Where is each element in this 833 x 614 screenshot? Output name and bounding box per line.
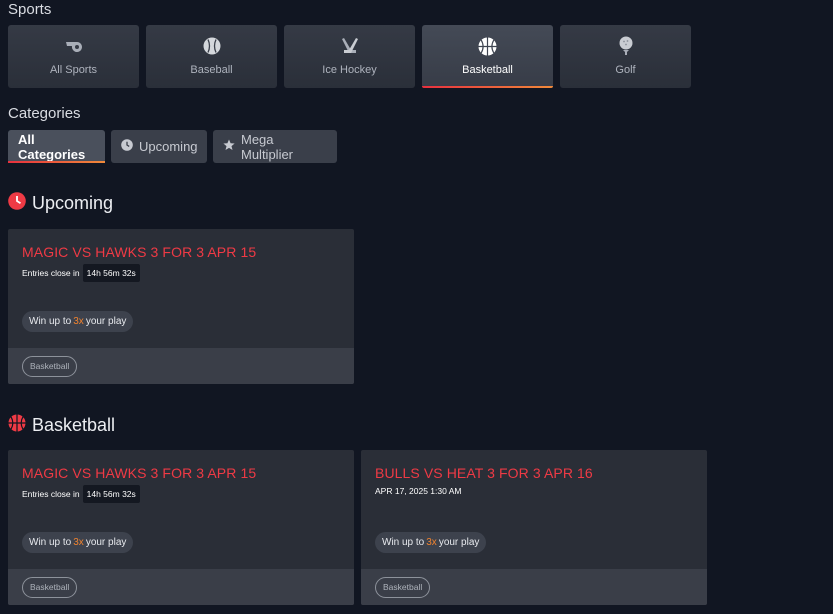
sport-label: All Sports bbox=[49, 64, 98, 76]
golf-ball-icon bbox=[616, 36, 636, 56]
contest-card[interactable]: MAGIC VS HAWKS 3 FOR 3 APR 15 Entries cl… bbox=[8, 229, 354, 384]
clock-icon bbox=[8, 192, 26, 215]
entries-close-row: Entries close in 14h 56m 32s bbox=[22, 485, 140, 503]
multiplier-value: 3x bbox=[73, 537, 84, 548]
whistle-icon bbox=[64, 36, 84, 56]
sports-section-title: Sports bbox=[8, 1, 52, 18]
contest-title: MAGIC VS HAWKS 3 FOR 3 APR 15 bbox=[22, 465, 257, 481]
entries-close-label: Entries close in bbox=[22, 268, 80, 278]
contest-card[interactable]: MAGIC VS HAWKS 3 FOR 3 APR 15 Entries cl… bbox=[8, 450, 354, 605]
win-suffix: your play bbox=[438, 537, 480, 548]
category-chip-mega-multiplier[interactable]: Mega Multiplier bbox=[213, 130, 337, 163]
sport-tag[interactable]: Basketball bbox=[22, 576, 78, 598]
sport-tile-all-sports[interactable]: All Sports bbox=[8, 25, 139, 88]
win-prefix: Win up to bbox=[382, 537, 425, 548]
category-label: All Categories bbox=[18, 131, 86, 162]
contest-title: BULLS VS HEAT 3 FOR 3 APR 16 bbox=[375, 465, 593, 481]
categories-filter-row: All Categories Upcoming Mega Multiplier bbox=[8, 130, 337, 163]
card-footer: Basketball bbox=[8, 348, 354, 384]
section-title: Basketball bbox=[32, 415, 116, 435]
entries-close-label: Entries close in bbox=[22, 489, 80, 499]
entries-close-row: Entries close in 14h 56m 32s bbox=[22, 264, 140, 282]
win-multiplier-pill: Win up to 3x your play bbox=[22, 532, 134, 553]
multiplier-value: 3x bbox=[426, 537, 437, 548]
category-chip-upcoming[interactable]: Upcoming bbox=[111, 130, 207, 163]
hockey-sticks-icon bbox=[340, 36, 360, 56]
win-suffix: your play bbox=[85, 537, 127, 548]
categories-section-title: Categories bbox=[8, 105, 81, 122]
sport-label: Ice Hockey bbox=[322, 64, 377, 76]
sport-label: Basketball bbox=[462, 64, 513, 76]
contest-start-time: APR 17, 2025 1:30 AM bbox=[375, 486, 461, 496]
star-icon bbox=[223, 139, 235, 154]
category-chip-all-categories[interactable]: All Categories bbox=[8, 130, 105, 163]
win-prefix: Win up to bbox=[29, 537, 72, 548]
category-label: Mega Multiplier bbox=[241, 131, 294, 162]
sports-filter-row: All Sports Baseball Ice Hockey Basketbal… bbox=[8, 25, 691, 88]
basketball-icon bbox=[478, 36, 498, 56]
win-multiplier-pill: Win up to 3x your play bbox=[375, 532, 487, 553]
category-label: Upcoming bbox=[139, 139, 198, 154]
win-prefix: Win up to bbox=[29, 316, 72, 327]
sport-label: Golf bbox=[615, 64, 636, 76]
contest-card[interactable]: BULLS VS HEAT 3 FOR 3 APR 16 APR 17, 202… bbox=[361, 450, 707, 605]
section-title: Upcoming bbox=[32, 193, 114, 213]
sport-label: Baseball bbox=[190, 64, 233, 76]
baseball-icon bbox=[202, 36, 222, 56]
sport-tag[interactable]: Basketball bbox=[375, 576, 431, 598]
start-time-label: APR 17, 2025 1:30 AM bbox=[375, 486, 462, 496]
clock-icon bbox=[121, 139, 133, 154]
contest-title: MAGIC VS HAWKS 3 FOR 3 APR 15 bbox=[22, 244, 257, 260]
multiplier-value: 3x bbox=[73, 316, 84, 327]
basketball-icon bbox=[8, 414, 26, 437]
countdown-timer: 14h 56m 32s bbox=[82, 485, 140, 503]
sport-tag[interactable]: Basketball bbox=[22, 355, 78, 377]
upcoming-section-heading: Upcoming bbox=[8, 192, 113, 215]
win-suffix: your play bbox=[85, 316, 127, 327]
basketball-section-heading: Basketball bbox=[8, 414, 115, 437]
sport-tile-baseball[interactable]: Baseball bbox=[146, 25, 277, 88]
win-multiplier-pill: Win up to 3x your play bbox=[22, 311, 134, 332]
card-footer: Basketball bbox=[361, 569, 707, 605]
sport-tile-golf[interactable]: Golf bbox=[560, 25, 691, 88]
card-footer: Basketball bbox=[8, 569, 354, 605]
sport-tile-ice-hockey[interactable]: Ice Hockey bbox=[284, 25, 415, 88]
countdown-timer: 14h 56m 32s bbox=[82, 264, 140, 282]
sport-tile-basketball[interactable]: Basketball bbox=[422, 25, 553, 88]
